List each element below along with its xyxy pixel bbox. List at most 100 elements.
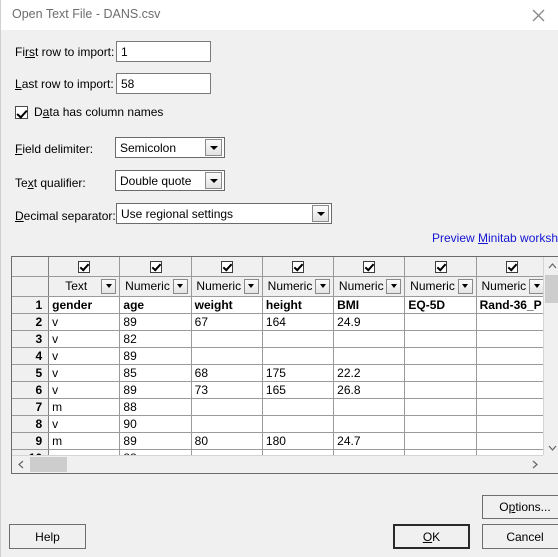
grid-cell[interactable]	[476, 381, 543, 399]
table-row[interactable]: 8 v 90	[12, 415, 543, 433]
grid-cell[interactable]: 180	[262, 432, 335, 450]
grid-cell[interactable]: v	[48, 313, 121, 331]
grid-cell[interactable]: 165	[262, 381, 335, 399]
column-type-select[interactable]: Numeric	[333, 276, 406, 297]
grid-cell[interactable]: v	[48, 347, 121, 365]
column-include-checkbox[interactable]	[404, 257, 477, 277]
grid-cell[interactable]	[404, 313, 477, 331]
grid-cell[interactable]	[476, 432, 543, 450]
table-row[interactable]: 6 v 89 73 165 26.8	[12, 381, 543, 399]
grid-cell[interactable]	[262, 330, 335, 348]
grid-cell[interactable]: m	[48, 398, 121, 416]
horizontal-scroll-thumb[interactable]	[30, 457, 67, 472]
grid-cell[interactable]	[476, 364, 543, 382]
row-number[interactable]: 4	[12, 347, 50, 365]
column-include-checkbox[interactable]	[476, 257, 543, 277]
chevron-down-icon[interactable]	[315, 278, 331, 294]
chevron-down-icon[interactable]	[457, 278, 473, 294]
column-type-select[interactable]: Numeric	[262, 276, 335, 297]
scroll-right-icon[interactable]	[526, 456, 543, 473]
grid-cell[interactable]	[262, 398, 335, 416]
chevron-down-icon[interactable]	[312, 205, 329, 222]
grid-cell[interactable]	[333, 398, 406, 416]
row-number[interactable]: 5	[12, 364, 50, 382]
grid-cell[interactable]: m	[48, 432, 121, 450]
grid-cell[interactable]: gender	[48, 296, 121, 314]
grid-cell[interactable]: 88	[119, 398, 192, 416]
grid-cell[interactable]	[191, 398, 263, 416]
grid-horizontal-scrollbar[interactable]	[12, 455, 543, 473]
grid-cell[interactable]	[404, 347, 477, 365]
grid-cell[interactable]	[404, 364, 477, 382]
grid-cell[interactable]	[262, 415, 335, 433]
grid-cell[interactable]: 24.9	[333, 313, 406, 331]
table-row[interactable]: 1 gender age weight height BMI EQ-5D Ran…	[12, 296, 543, 314]
ok-button[interactable]: OK	[393, 524, 470, 549]
grid-cell[interactable]	[476, 347, 543, 365]
table-row[interactable]: 5 v 85 68 175 22.2	[12, 364, 543, 382]
grid-cell[interactable]: 82	[119, 330, 192, 348]
table-row[interactable]: 3 v 82	[12, 330, 543, 348]
grid-cell[interactable]: 90	[119, 415, 192, 433]
grid-cell[interactable]	[476, 330, 543, 348]
table-row[interactable]: 4 v 89	[12, 347, 543, 365]
chevron-down-icon[interactable]	[172, 278, 188, 294]
chevron-down-icon[interactable]	[529, 278, 543, 294]
grid-cell[interactable]	[476, 313, 543, 331]
grid-cell[interactable]	[191, 415, 263, 433]
grid-cell[interactable]: v	[48, 364, 121, 382]
vertical-scroll-thumb[interactable]	[545, 275, 558, 303]
preview-minitab-worksheet-link[interactable]: Preview Minitab worksheet	[432, 231, 558, 245]
field-delimiter-select[interactable]: Semicolon	[115, 137, 225, 158]
row-number[interactable]: 1	[12, 296, 50, 314]
first-row-input[interactable]: 1	[116, 41, 211, 62]
column-type-select[interactable]: Text	[48, 276, 121, 297]
grid-cell[interactable]: 89	[119, 432, 192, 450]
grid-cell[interactable]: weight	[191, 296, 263, 314]
grid-cell[interactable]: 22.2	[333, 364, 406, 382]
grid-cell[interactable]: 26.8	[333, 381, 406, 399]
grid-cell[interactable]	[404, 398, 477, 416]
grid-vertical-scrollbar[interactable]	[543, 257, 558, 456]
scroll-up-icon[interactable]	[544, 257, 558, 274]
grid-cell[interactable]: 73	[191, 381, 263, 399]
chevron-down-icon[interactable]	[386, 278, 402, 294]
grid-cell[interactable]: Rand-36_P	[476, 296, 543, 314]
row-number[interactable]: 3	[12, 330, 50, 348]
row-number[interactable]: 8	[12, 415, 50, 433]
grid-cell[interactable]: 89	[119, 313, 192, 331]
decimal-separator-select[interactable]: Use regional settings	[116, 203, 332, 224]
table-row[interactable]: 2 v 89 67 164 24.9	[12, 313, 543, 331]
grid-cell[interactable]: 89	[119, 347, 192, 365]
chevron-down-icon[interactable]	[243, 278, 259, 294]
row-number[interactable]: 6	[12, 381, 50, 399]
grid-cell[interactable]: height	[262, 296, 335, 314]
grid-cell[interactable]: 85	[119, 364, 192, 382]
scroll-left-icon[interactable]	[12, 456, 29, 473]
scroll-down-icon[interactable]	[544, 439, 558, 456]
grid-cell[interactable]	[404, 330, 477, 348]
grid-cell[interactable]	[333, 415, 406, 433]
column-include-checkbox[interactable]	[119, 257, 192, 277]
grid-cell[interactable]: 80	[191, 432, 263, 450]
grid-cell[interactable]: v	[48, 381, 121, 399]
last-row-input[interactable]: 58	[116, 73, 211, 94]
grid-cell[interactable]: 89	[119, 381, 192, 399]
chevron-down-icon[interactable]	[101, 278, 117, 294]
grid-cell[interactable]: 67	[191, 313, 263, 331]
grid-cell[interactable]: v	[48, 415, 121, 433]
grid-cell[interactable]: EQ-5D	[404, 296, 477, 314]
column-type-select[interactable]: Numeric	[119, 276, 192, 297]
data-has-column-names-checkbox[interactable]: Data has column names	[15, 105, 163, 119]
column-include-checkbox[interactable]	[191, 257, 263, 277]
close-button[interactable]	[518, 0, 558, 30]
grid-cell[interactable]	[191, 330, 263, 348]
grid-cell[interactable]	[191, 347, 263, 365]
grid-cell[interactable]	[262, 347, 335, 365]
grid-cell[interactable]	[476, 398, 543, 416]
row-number[interactable]: 7	[12, 398, 50, 416]
grid-cell[interactable]: 164	[262, 313, 335, 331]
text-qualifier-select[interactable]: Double quote	[115, 170, 225, 191]
grid-cell[interactable]	[404, 415, 477, 433]
table-row[interactable]: 9 m 89 80 180 24.7	[12, 432, 543, 450]
